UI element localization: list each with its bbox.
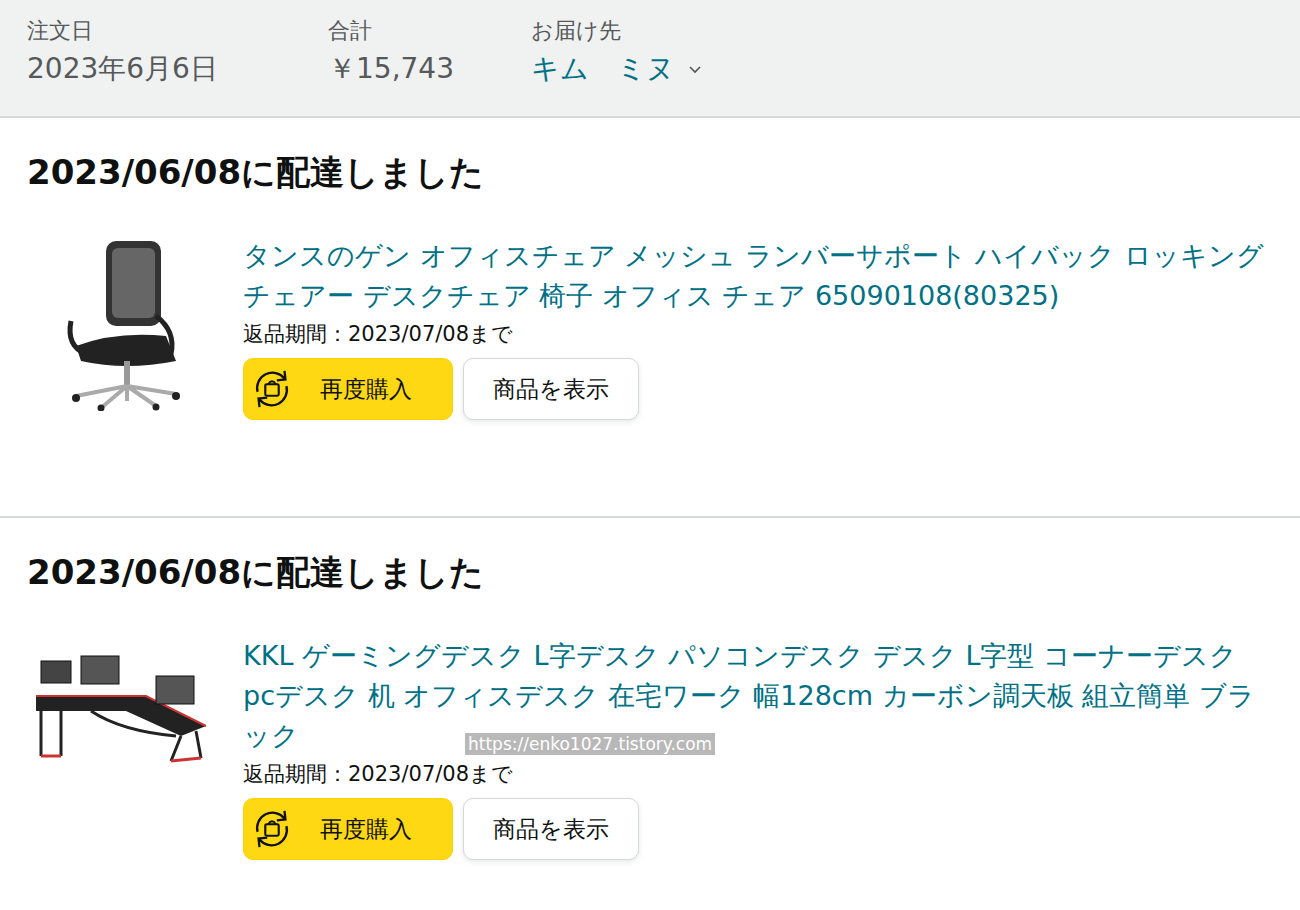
- delivery-status: 2023/06/08に配達しました: [27, 150, 1273, 196]
- product-title-link[interactable]: タンスのゲン オフィスチェア メッシュ ランバーサポート ハイバック ロッキング…: [243, 236, 1273, 316]
- buy-again-button[interactable]: 再度購入: [243, 358, 453, 420]
- order-total: 合計￥15,743: [328, 16, 531, 98]
- product-title-link[interactable]: KKL ゲーミングデスク L字デスク パソコンデスク デスク L字型 コーナーデ…: [243, 636, 1273, 756]
- product-image[interactable]: [27, 236, 215, 420]
- order-header: 注文日2023年6月6日合計￥15,743お届け先キム ミヌ: [0, 0, 1300, 118]
- order-item: タンスのゲン オフィスチェア メッシュ ランバーサポート ハイバック ロッキング…: [27, 236, 1273, 420]
- item-info: KKL ゲーミングデスク L字デスク パソコンデスク デスク L字型 コーナーデ…: [243, 636, 1273, 860]
- shipment: 2023/06/08に配達しました KKL ゲーミングデスク L字デスク パソコン…: [0, 516, 1300, 878]
- product-image[interactable]: [27, 636, 215, 860]
- delivery-status: 2023/06/08に配達しました: [27, 550, 1273, 596]
- desk-icon: [31, 636, 211, 766]
- item-actions: 再度購入商品を表示: [243, 358, 1273, 420]
- item-actions: 再度購入商品を表示: [243, 798, 1273, 860]
- order-date: 注文日2023年6月6日: [27, 16, 328, 98]
- watermark: https://enko1027.tistory.com: [465, 733, 715, 755]
- chevron-down-icon: [687, 61, 703, 77]
- recipient-link[interactable]: キム ミヌ: [531, 50, 703, 88]
- buy-again-button[interactable]: 再度購入: [243, 798, 453, 860]
- view-item-button[interactable]: 商品を表示: [463, 358, 639, 420]
- buy-again-icon: [248, 805, 296, 853]
- buy-again-icon: [248, 365, 296, 413]
- ship-to: お届け先キム ミヌ: [531, 16, 703, 98]
- view-item-button[interactable]: 商品を表示: [463, 798, 639, 860]
- item-info: タンスのゲン オフィスチェア メッシュ ランバーサポート ハイバック ロッキング…: [243, 236, 1273, 420]
- chair-icon: [56, 236, 186, 411]
- return-window: 返品期間：2023/07/08まで: [243, 320, 1273, 348]
- shipment: 2023/06/08に配達しましたタンスのゲン オフィスチェア メッシュ ランバ…: [0, 118, 1300, 516]
- return-window: 返品期間：2023/07/08まで: [243, 760, 1273, 788]
- order-page: 注文日2023年6月6日合計￥15,743お届け先キム ミヌ2023/06/08…: [0, 0, 1300, 910]
